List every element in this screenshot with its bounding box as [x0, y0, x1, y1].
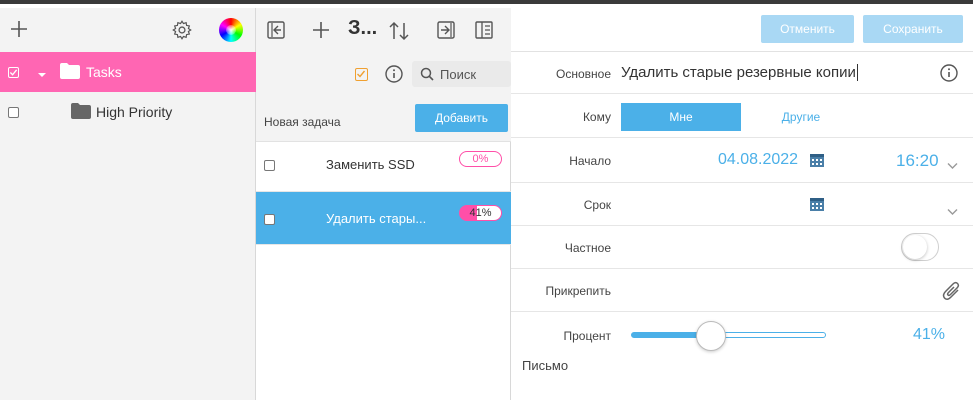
plus-icon[interactable] — [8, 18, 30, 40]
list-title: З... — [348, 17, 378, 39]
color-wheel-icon[interactable] — [219, 18, 243, 42]
to-me-button[interactable]: Мне — [621, 103, 741, 131]
sidebar-toolbar — [0, 8, 256, 52]
percent-value: 41% — [913, 326, 946, 343]
field-start: Начало 04.08.2022 16:20 — [511, 138, 973, 183]
field-label: Начало — [569, 154, 611, 168]
field-label: Процент — [563, 329, 611, 343]
title-input[interactable]: Удалить старые резервные копии — [621, 64, 858, 81]
checklist-icon[interactable] — [355, 68, 368, 81]
field-label: Основное — [556, 67, 611, 81]
folder-icon — [70, 102, 92, 125]
search-placeholder: Поиск — [440, 66, 477, 82]
task-list-toolbar: З... — [256, 8, 511, 54]
folder-icon — [59, 62, 81, 85]
field-label: Частное — [564, 241, 611, 255]
sort-icon[interactable] — [387, 20, 411, 42]
new-task-row: Новая задача Добавить — [256, 96, 511, 142]
task-list-pane: З... Поиск Новая задача Добавить Заменит… — [256, 8, 511, 400]
folder-label: High Priority — [96, 104, 173, 120]
search-icon — [420, 67, 434, 81]
field-main: Основное Удалить старые резервные копии — [511, 52, 973, 94]
save-button[interactable]: Сохранить — [863, 15, 963, 43]
add-task-button[interactable]: Добавить — [415, 104, 508, 132]
private-toggle[interactable] — [901, 233, 939, 261]
field-due: Срок — [511, 183, 973, 226]
chevron-down-icon[interactable] — [947, 203, 958, 221]
folder-row-tasks[interactable]: Tasks — [0, 52, 256, 92]
gear-icon[interactable] — [171, 19, 193, 41]
calendar-icon[interactable] — [809, 152, 825, 173]
field-to: Кому Мне Другие — [511, 94, 973, 138]
progress-badge: 0% — [459, 151, 502, 167]
triangle-down-icon[interactable] — [38, 66, 46, 84]
start-date-value[interactable]: 04.08.2022 — [718, 151, 798, 169]
progress-badge: 41% — [459, 205, 502, 221]
letter-label: Письмо — [522, 358, 569, 373]
info-icon[interactable] — [384, 64, 404, 84]
to-others-button[interactable]: Другие — [741, 103, 861, 131]
field-label: Кому — [582, 110, 611, 124]
checkbox-icon[interactable] — [8, 107, 19, 118]
columns-icon[interactable] — [474, 20, 494, 40]
task-row[interactable]: Заменить SSD 0% — [256, 139, 511, 192]
checkbox-icon[interactable] — [8, 67, 19, 78]
paperclip-icon[interactable] — [942, 280, 962, 307]
app-window: Tasks High Priority З... Поиск Новая зад… — [0, 0, 973, 400]
new-task-input[interactable]: Новая задача — [264, 115, 341, 129]
field-percent: Процент 41% — [511, 312, 973, 356]
detail-toolbar: Отменить Сохранить — [511, 8, 973, 52]
field-attach: Прикрепить — [511, 269, 973, 312]
field-label: Срок — [583, 198, 611, 212]
slider-handle[interactable] — [695, 321, 726, 351]
calendar-icon[interactable] — [809, 196, 825, 217]
task-title: Удалить стары... — [326, 211, 427, 226]
search-input[interactable]: Поиск — [412, 61, 511, 87]
percent-slider[interactable] — [631, 332, 826, 338]
filter-row: Поиск — [256, 54, 511, 96]
plus-icon[interactable] — [311, 20, 331, 40]
checkbox-icon[interactable] — [264, 160, 275, 171]
folder-label: Tasks — [86, 64, 122, 80]
info-icon[interactable] — [939, 63, 959, 83]
field-private: Частное — [511, 226, 973, 269]
cancel-button[interactable]: Отменить — [761, 15, 854, 43]
field-letter: Письмо — [511, 356, 973, 400]
task-row-selected[interactable]: Удалить стары... 41% — [256, 192, 511, 245]
collapse-left-icon[interactable] — [266, 20, 286, 40]
field-label: Прикрепить — [545, 284, 611, 298]
chevron-down-icon[interactable] — [947, 157, 958, 175]
export-icon[interactable] — [436, 20, 456, 40]
folder-row-high-priority[interactable]: High Priority — [0, 92, 256, 132]
task-detail-pane: Отменить Сохранить Основное Удалить стар… — [511, 8, 973, 400]
checkbox-icon[interactable] — [264, 214, 275, 225]
task-title: Заменить SSD — [326, 157, 415, 172]
start-time-value[interactable]: 16:20 — [896, 151, 939, 171]
folder-sidebar: Tasks High Priority — [0, 8, 256, 400]
